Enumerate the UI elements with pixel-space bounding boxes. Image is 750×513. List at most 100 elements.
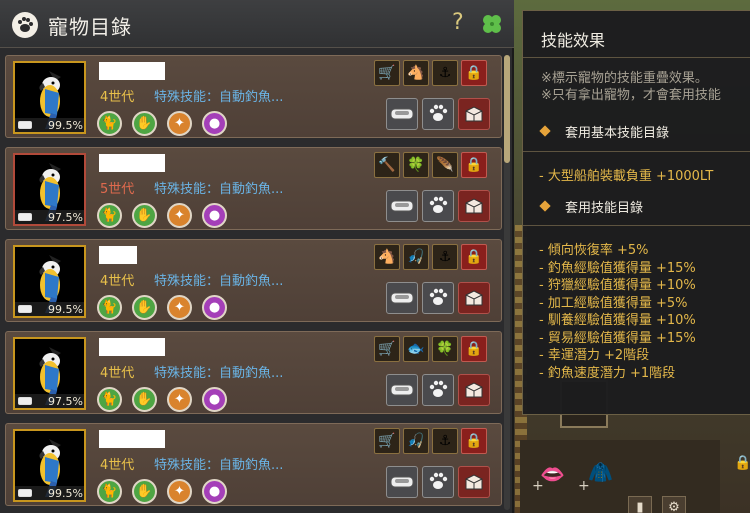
pouch-icon[interactable]: ●: [202, 203, 227, 228]
pouch-icon[interactable]: ●: [202, 295, 227, 320]
compass-icon[interactable]: ✦: [167, 295, 192, 320]
skill-effect-item: - 貿易經驗值獲得量 +15%: [539, 330, 696, 346]
feed-bowl-button[interactable]: [386, 466, 418, 498]
cat-icon[interactable]: 🐈: [97, 111, 122, 136]
section-basic-skills: 套用基本技能目錄: [539, 122, 669, 141]
pet-stat-value: 99.5%: [48, 118, 83, 132]
pet-portrait[interactable]: 99.5%: [13, 245, 86, 318]
seal-box-button[interactable]: [458, 190, 490, 222]
basic-effect-item: - 大型船舶裝載負重 +1000LT: [539, 169, 714, 184]
pet-name-box[interactable]: [99, 246, 137, 264]
lock-icon[interactable]: 🔒: [461, 336, 487, 362]
diamond-icon: [539, 125, 551, 137]
paw-button[interactable]: [422, 374, 454, 406]
pet-card[interactable]: 99.5% 4世代 特殊技能：自動釣魚... 🐈 ✋ ✦ ● 🐴 🎣 ⚓ 🔒: [5, 239, 502, 322]
cat-icon[interactable]: 🐈: [97, 479, 122, 504]
feed-icon: [18, 489, 32, 497]
horse-head-icon[interactable]: 🐴: [374, 244, 400, 270]
paw-icon: [429, 288, 448, 305]
feather-icon[interactable]: 🪶: [432, 152, 458, 178]
skill-icons: 🐴 🎣 ⚓ 🔒: [374, 244, 487, 270]
horse-head-icon[interactable]: 🐴: [403, 60, 429, 86]
pet-card[interactable]: 97.5% 4世代 特殊技能：自動釣魚... 🐈 ✋ ✦ ● 🛒 🐟 🍀 🔒: [5, 331, 502, 414]
pouch-icon[interactable]: ●: [202, 111, 227, 136]
paw-button[interactable]: [422, 282, 454, 314]
hand-icon[interactable]: ✋: [132, 387, 157, 412]
hand-icon[interactable]: ✋: [132, 295, 157, 320]
hand-icon[interactable]: ✋: [132, 479, 157, 504]
paw-icon: [429, 472, 448, 489]
feed-bowl-button[interactable]: [386, 374, 418, 406]
pet-special-skill: 特殊技能：自動釣魚...: [154, 90, 284, 105]
compass-icon[interactable]: ✦: [167, 387, 192, 412]
scrollbar-thumb[interactable]: [504, 55, 510, 163]
clover-icon[interactable]: 🍀: [403, 152, 429, 178]
lock-icon[interactable]: 🔒: [461, 152, 487, 178]
box-icon: [465, 474, 483, 490]
lock-icon[interactable]: 🔒: [461, 244, 487, 270]
lock-icon[interactable]: 🔒: [461, 60, 487, 86]
pet-portrait[interactable]: 97.5%: [13, 337, 86, 410]
pet-actions: [386, 466, 490, 498]
pet-generation: 5世代: [100, 182, 135, 197]
compass-icon[interactable]: ✦: [167, 111, 192, 136]
pet-special-skill: 特殊技能：自動釣魚...: [154, 274, 284, 289]
pet-card[interactable]: 99.5% 4世代 特殊技能：自動釣魚... 🐈 ✋ ✦ ● 🛒 🎣 ⚓ 🔒: [5, 423, 502, 506]
pet-actions: [386, 98, 490, 130]
map-button[interactable]: ▮: [628, 496, 652, 513]
pet-name-box[interactable]: [99, 154, 165, 172]
skill-icons: 🛒 🐴 ⚓ 🔒: [374, 60, 487, 86]
tooltip-note: ※只有拿出寵物，才會套用技能: [541, 88, 721, 103]
compass-icon[interactable]: ✦: [167, 203, 192, 228]
cat-icon[interactable]: 🐈: [97, 387, 122, 412]
pet-card[interactable]: 97.5% 5世代 特殊技能：自動釣魚... 🐈 ✋ ✦ ● 🔨 🍀 🪶 🔒: [5, 147, 502, 230]
anchor-icon[interactable]: ⚓: [432, 244, 458, 270]
clover-icon[interactable]: 🍀: [432, 336, 458, 362]
pet-name-box[interactable]: [99, 62, 165, 80]
seal-box-button[interactable]: [458, 466, 490, 498]
cat-icon[interactable]: 🐈: [97, 203, 122, 228]
pet-name-box[interactable]: [99, 430, 165, 448]
lock-icon: 🔒: [734, 455, 750, 471]
fishing-rod-icon[interactable]: 🎣: [403, 428, 429, 454]
anchor-icon[interactable]: ⚓: [432, 428, 458, 454]
settings-button[interactable]: ⚙: [662, 496, 686, 513]
feed-bowl-button[interactable]: [386, 98, 418, 130]
feed-icon: [18, 121, 32, 129]
feed-bowl-button[interactable]: [386, 282, 418, 314]
anchor-icon[interactable]: ⚓: [432, 60, 458, 86]
paw-button[interactable]: [422, 190, 454, 222]
cat-icon[interactable]: 🐈: [97, 295, 122, 320]
skill-icons: 🔨 🍀 🪶 🔒: [374, 152, 487, 178]
pet-portrait[interactable]: 99.5%: [13, 429, 86, 502]
lock-icon[interactable]: 🔒: [461, 428, 487, 454]
seal-box-button[interactable]: [458, 98, 490, 130]
paw-button[interactable]: [422, 466, 454, 498]
trait-row: 🐈 ✋ ✦ ●: [97, 479, 227, 504]
pet-generation: 4世代: [100, 274, 135, 289]
pet-portrait[interactable]: 99.5%: [13, 61, 86, 134]
paw-button[interactable]: [422, 98, 454, 130]
panel-header: 寵物目錄 ?: [0, 0, 514, 48]
seal-box-button[interactable]: [458, 374, 490, 406]
compass-icon[interactable]: ✦: [167, 479, 192, 504]
paw-icon: [429, 196, 448, 213]
clover-icon[interactable]: [480, 12, 504, 36]
hand-icon[interactable]: ✋: [132, 111, 157, 136]
fish-icon[interactable]: 🐟: [403, 336, 429, 362]
feed-bowl-button[interactable]: [386, 190, 418, 222]
pet-name-box[interactable]: [99, 338, 165, 356]
carriage-icon[interactable]: 🛒: [374, 428, 400, 454]
carriage-icon[interactable]: 🛒: [374, 336, 400, 362]
carriage-icon[interactable]: 🛒: [374, 60, 400, 86]
hammer-icon[interactable]: 🔨: [374, 152, 400, 178]
scrollbar[interactable]: [504, 55, 510, 510]
fishing-rod-icon[interactable]: 🎣: [403, 244, 429, 270]
seal-box-button[interactable]: [458, 282, 490, 314]
pouch-icon[interactable]: ●: [202, 387, 227, 412]
pet-portrait[interactable]: 97.5%: [13, 153, 86, 226]
pouch-icon[interactable]: ●: [202, 479, 227, 504]
help-button[interactable]: ?: [452, 10, 464, 35]
pet-card[interactable]: 99.5% 4世代 特殊技能：自動釣魚... 🐈 ✋ ✦ ● 🛒 🐴 ⚓ 🔒: [5, 55, 502, 138]
hand-icon[interactable]: ✋: [132, 203, 157, 228]
